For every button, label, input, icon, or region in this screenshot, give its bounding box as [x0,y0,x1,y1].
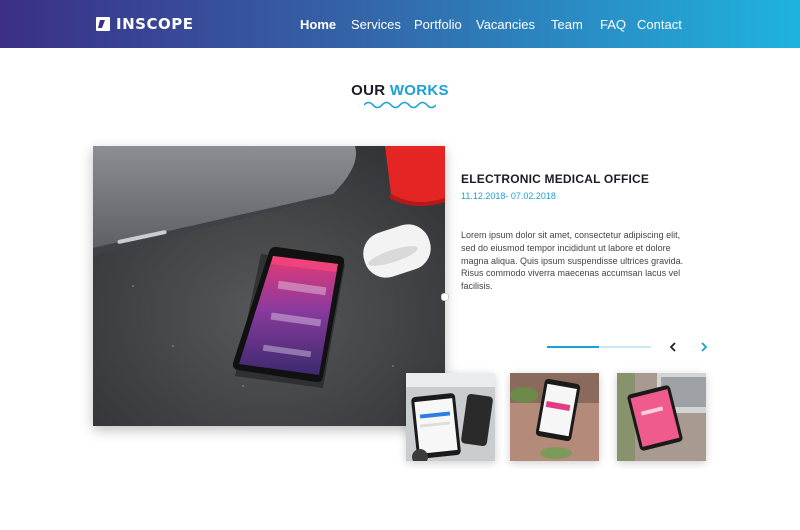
project-date: 11.12.2018- 07.02.2018 [461,191,556,201]
section-title: OUR WORKS [0,82,800,99]
slider-progress-fill [547,346,599,348]
project-thumbnail-1[interactable] [406,373,495,461]
section-title-main: OUR [351,82,386,99]
slider-progress [547,346,651,348]
chevron-left-icon[interactable] [667,341,679,353]
project-description: Lorem ipsum dolor sit amet, consectetur … [461,230,684,292]
chevron-right-icon[interactable] [698,341,710,353]
nav-services[interactable]: Services [351,16,401,34]
project-main-image[interactable] [93,146,445,426]
nav-team[interactable]: Team [551,16,583,34]
main-nav: Home Services Portfolio Vacancies Team F… [0,16,800,34]
phones-on-table-image [406,373,495,461]
site-header: INSCOPE Home Services Portfolio Vacancie… [0,0,800,48]
nav-home[interactable]: Home [300,16,336,34]
phone-and-laptop-image [617,373,706,461]
nav-portfolio[interactable]: Portfolio [414,16,462,34]
section-title-accent: WORKS [389,82,449,99]
wave-divider-icon [364,101,436,109]
phone-on-desk-image [93,146,445,426]
nav-vacancies[interactable]: Vacancies [476,16,535,34]
project-thumbnail-3[interactable] [617,373,706,461]
phone-with-leaves-image [510,373,599,461]
project-title: ELECTRONIC MEDICAL OFFICE [461,172,650,186]
project-thumbnail-2[interactable] [510,373,599,461]
nav-faq[interactable]: FAQ [600,16,626,34]
image-edge-dot [441,293,449,301]
nav-contact[interactable]: Contact [637,16,682,34]
